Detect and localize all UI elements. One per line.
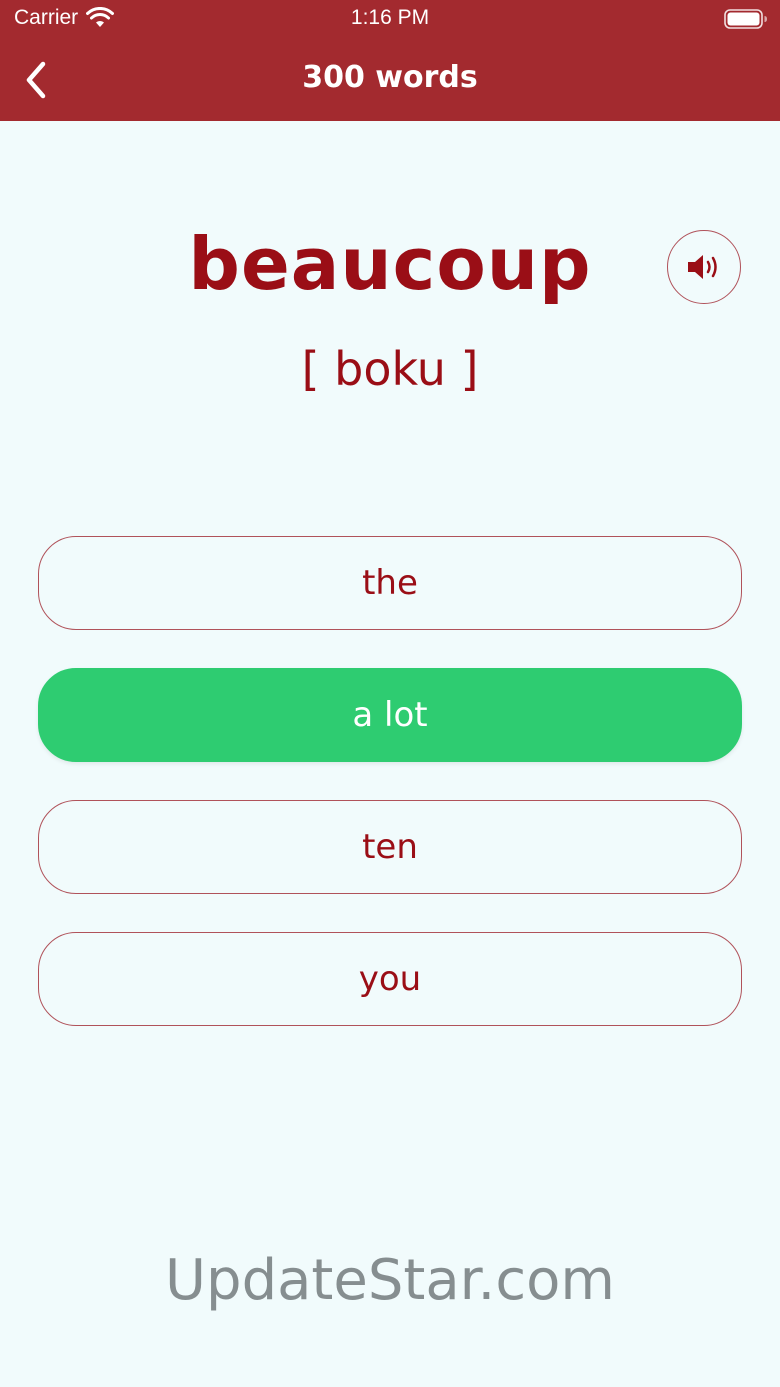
battery-icon	[724, 9, 767, 29]
top-bar: Carrier 1:16 PM 300 words	[0, 0, 780, 121]
pronunciation: [ boku ]	[301, 342, 479, 396]
speaker-icon	[688, 255, 717, 279]
word-title: beaucoup	[188, 222, 592, 306]
answer-option-a-lot[interactable]: a lot	[38, 668, 742, 762]
answer-option-ten[interactable]: ten	[38, 800, 742, 894]
answer-option-the[interactable]: the	[38, 536, 742, 630]
nav-bar: 300 words	[0, 40, 780, 121]
status-time: 1:16 PM	[350, 6, 430, 29]
page-title: 300 words	[302, 60, 478, 95]
watermark: UpdateStar.com	[165, 1248, 615, 1313]
speaker-button[interactable]	[667, 230, 741, 304]
status-bar: Carrier 1:16 PM	[0, 0, 780, 40]
answer-option-you[interactable]: you	[38, 932, 742, 1026]
